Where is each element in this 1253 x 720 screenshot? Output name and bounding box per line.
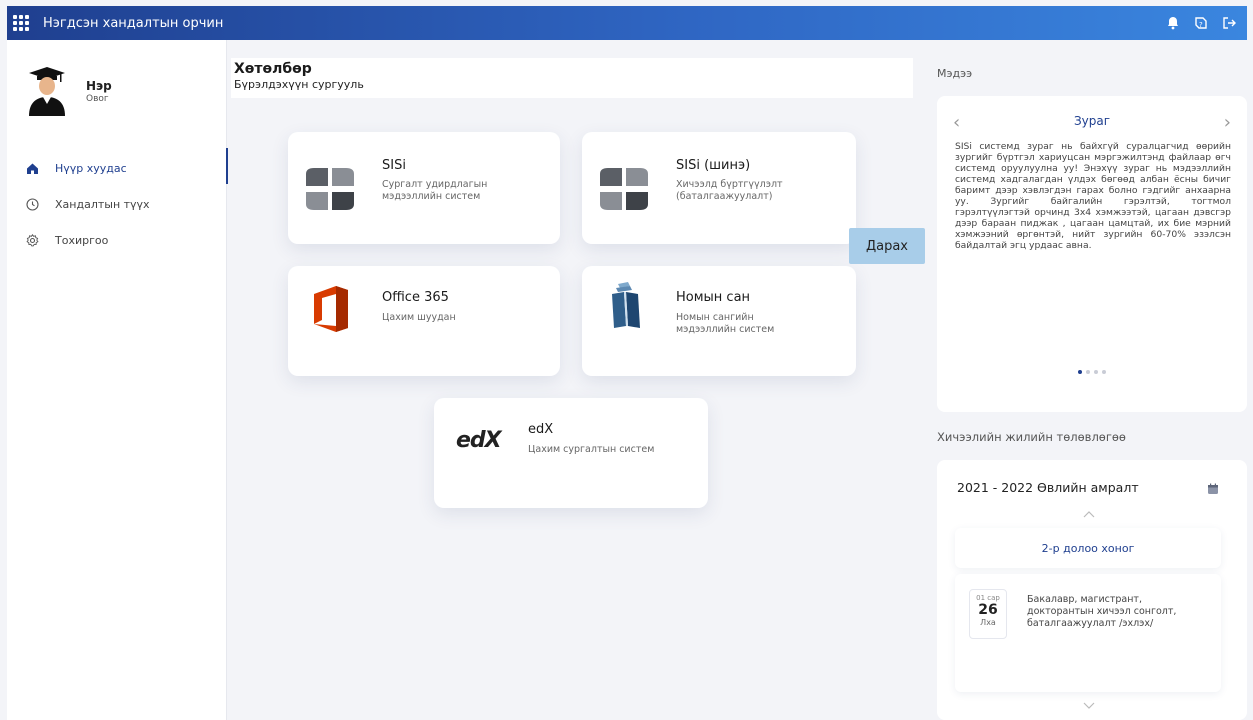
card-sisi[interactable]: SISi Сургалт удирдлагын мэдээллийн систе…: [288, 132, 560, 244]
carousel-dot[interactable]: [1102, 370, 1106, 374]
app-title: Нэгдсэн хандалтын орчин: [43, 15, 224, 31]
card-title: SISi: [382, 158, 406, 173]
plan-title: 2021 - 2022 Өвлийн амралт: [957, 480, 1139, 495]
news-body: SISi системд зураг нь байхгүй суралцагчи…: [955, 141, 1231, 251]
sidebar: Нэр Овог Нүүр хуудас Хандалтын түүх Тохи…: [7, 40, 228, 720]
event-date: 01 сар 26 Лха: [969, 589, 1007, 639]
card-description: Сургалт удирдлагын мэдээллийн систем: [382, 179, 488, 202]
page-title: Хөтөлбөр: [234, 61, 312, 77]
event-day: 26: [978, 602, 998, 618]
card-library[interactable]: Номын сан Номын сангийн мэдээллийн систе…: [582, 266, 856, 376]
help-icon[interactable]: ?: [1193, 15, 1209, 31]
sidebar-nav: Нүүр хуудас Хандалтын түүх Тохиргоо: [7, 148, 228, 258]
week-label: 2-р долоо хоног: [955, 528, 1221, 568]
card-title: SISi (шинэ): [676, 158, 751, 173]
user-surname: Овог: [86, 94, 109, 104]
carousel-dot[interactable]: [1094, 370, 1098, 374]
gear-icon: [25, 233, 39, 247]
card-sisi-new[interactable]: SISi (шинэ) Хичээлд бүртгүүлэлт (баталга…: [582, 132, 856, 244]
card-description: Номын сангийн мэдээллийн систем: [676, 312, 775, 335]
chevron-down-icon[interactable]: [1083, 702, 1095, 710]
card-description: Хичээлд бүртгүүлэлт (баталгаажуулалт): [676, 179, 783, 202]
top-bar: Нэгдсэн хандалтын орчин ?: [7, 6, 1247, 40]
card-edx[interactable]: edX edX Цахим сургалтын систем: [434, 398, 708, 508]
news-section-label: Мэдээ: [937, 67, 973, 80]
card-description: Цахим шуудан: [382, 312, 456, 323]
sisi-logo-icon: [600, 168, 648, 214]
office-logo-icon: [312, 286, 350, 336]
card-title: Office 365: [382, 290, 449, 305]
calendar-icon[interactable]: [1207, 480, 1219, 499]
news-panel: ‹ › Зураг SISi системд зураг нь байхгүй …: [937, 96, 1247, 412]
plan-section-label: Хичээлийн жилийн төлөвлөгөө: [937, 430, 1126, 444]
plan-panel: 2021 - 2022 Өвлийн амралт 2-р долоо хоно…: [937, 460, 1247, 720]
carousel-dots: [937, 370, 1247, 374]
bell-icon[interactable]: [1165, 15, 1181, 31]
svg-text:?: ?: [1199, 21, 1203, 29]
home-icon: [25, 161, 39, 175]
page-subtitle: Бүрэлдэхүүн сургууль: [234, 78, 364, 91]
clock-icon: [25, 197, 39, 211]
event-text: Бакалавр, магистрант, докторантын хичээл…: [1027, 594, 1177, 629]
card-title: edX: [528, 422, 554, 437]
sidebar-item-label: Хандалтын түүх: [55, 197, 150, 211]
event-weekday: Лха: [980, 618, 996, 627]
logout-icon[interactable]: [1221, 15, 1237, 31]
program-header: Хөтөлбөр Бүрэлдэхүүн сургууль: [231, 58, 913, 98]
sidebar-item-settings[interactable]: Тохиргоо: [7, 222, 227, 258]
carousel-dot[interactable]: [1086, 370, 1090, 374]
apps-grid-icon[interactable]: [13, 15, 29, 31]
sisi-logo-icon: [306, 168, 354, 214]
edx-logo-icon: edX: [456, 428, 502, 453]
sidebar-item-label: Тохиргоо: [55, 233, 109, 247]
edx-logo-text: edX: [456, 428, 502, 453]
sidebar-item-history[interactable]: Хандалтын түүх: [7, 186, 227, 222]
avatar: [25, 64, 69, 116]
card-description: Цахим сургалтын систем: [528, 444, 655, 455]
sidebar-item-label: Нүүр хуудас: [55, 161, 127, 175]
chevron-up-icon[interactable]: [1083, 510, 1095, 518]
library-icon: [610, 282, 642, 334]
user-name: Нэр: [86, 79, 112, 93]
sidebar-item-home[interactable]: Нүүр хуудас: [7, 148, 228, 186]
user-profile: Нэр Овог: [25, 64, 112, 116]
card-office-365[interactable]: Office 365 Цахим шуудан: [288, 266, 560, 376]
card-title: Номын сан: [676, 290, 751, 305]
carousel-dot[interactable]: [1078, 370, 1082, 374]
event-card: 01 сар 26 Лха Бакалавр, магистрант, докт…: [955, 574, 1221, 692]
news-title: Зураг: [1073, 114, 1111, 128]
event-month: 01 сар: [976, 594, 1000, 602]
tooltip: Дарах: [849, 228, 925, 264]
